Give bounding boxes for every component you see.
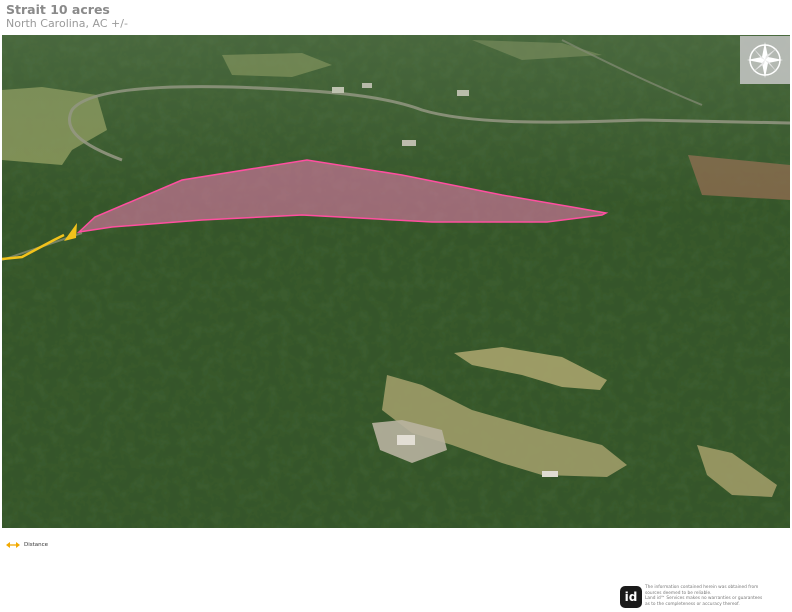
legend-label-distance: Distance — [24, 542, 49, 548]
footer-disclaimer: id The information contained herein was … — [620, 585, 790, 611]
haze — [2, 35, 790, 528]
map-legend: Distance — [6, 539, 48, 551]
double-arrow-icon — [6, 542, 20, 548]
compass-rose-icon — [747, 42, 783, 78]
map-title: Strait 10 acres — [6, 2, 110, 17]
map-canvas[interactable] — [2, 35, 790, 528]
disclaimer-text: The information contained herein was obt… — [645, 585, 790, 608]
compass[interactable] — [740, 36, 790, 84]
land-id-logo: id — [620, 586, 642, 608]
disclaimer-line: as to the completeness or accuracy there… — [645, 602, 740, 608]
satellite-map[interactable] — [2, 35, 790, 528]
map-subtitle: North Carolina, AC +/- — [6, 17, 128, 30]
page: Strait 10 acres North Carolina, AC +/- D… — [0, 0, 792, 612]
